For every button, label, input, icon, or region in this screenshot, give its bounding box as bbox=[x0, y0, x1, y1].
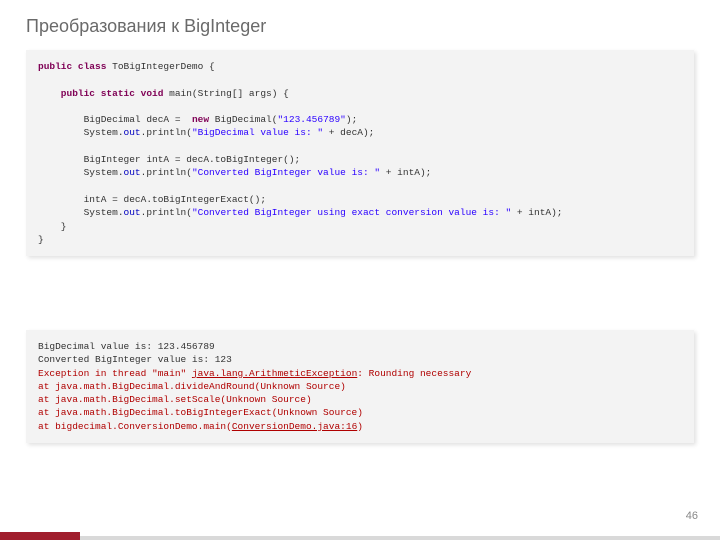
footer-line bbox=[80, 536, 720, 540]
code-text: System. bbox=[38, 127, 124, 138]
code-keyword: public static void bbox=[38, 88, 163, 99]
exception-line: Exception in thread "main" bbox=[38, 368, 192, 379]
output-block: BigDecimal value is: 123.456789 Converte… bbox=[26, 330, 694, 443]
code-text: System. bbox=[38, 167, 124, 178]
code-field: out bbox=[124, 207, 141, 218]
code-text: ToBigIntegerDemo { bbox=[106, 61, 214, 72]
code-text: intA = decA.toBigIntegerExact(); bbox=[38, 194, 266, 205]
source-file-link: ConversionDemo.java:16 bbox=[232, 421, 357, 432]
stack-trace-line: ) bbox=[357, 421, 363, 432]
code-text: System. bbox=[38, 207, 124, 218]
code-text: BigDecimal decA = bbox=[38, 114, 192, 125]
code-text: + intA); bbox=[380, 167, 431, 178]
code-string: "Converted BigInteger using exact conver… bbox=[192, 207, 511, 218]
stack-trace-line: at java.math.BigDecimal.toBigIntegerExac… bbox=[38, 407, 363, 418]
code-text: .println( bbox=[141, 167, 192, 178]
code-keyword: new bbox=[192, 114, 209, 125]
output-line: BigDecimal value is: 123.456789 bbox=[38, 341, 215, 352]
code-text: + intA); bbox=[511, 207, 562, 218]
exception-line: : Rounding necessary bbox=[357, 368, 471, 379]
code-text: main(String[] args) { bbox=[163, 88, 288, 99]
stack-trace-line: at java.math.BigDecimal.divideAndRound(U… bbox=[38, 381, 346, 392]
code-string: "BigDecimal value is: " bbox=[192, 127, 323, 138]
code-text: BigDecimal( bbox=[209, 114, 277, 125]
code-text: ); bbox=[346, 114, 357, 125]
code-text: } bbox=[38, 221, 67, 232]
code-field: out bbox=[124, 127, 141, 138]
code-field: out bbox=[124, 167, 141, 178]
code-keyword: public class bbox=[38, 61, 106, 72]
output-line: Converted BigInteger value is: 123 bbox=[38, 354, 232, 365]
code-text: BigInteger intA = decA.toBigInteger(); bbox=[38, 154, 300, 165]
code-string: "123.456789" bbox=[277, 114, 345, 125]
footer-accent bbox=[0, 532, 80, 540]
exception-class-link: java.lang.ArithmeticException bbox=[192, 368, 357, 379]
stack-trace-line: at bigdecimal.ConversionDemo.main( bbox=[38, 421, 232, 432]
source-code-block: public class ToBigIntegerDemo { public s… bbox=[26, 50, 694, 256]
code-text: .println( bbox=[141, 207, 192, 218]
code-text: .println( bbox=[141, 127, 192, 138]
stack-trace-line: at java.math.BigDecimal.setScale(Unknown… bbox=[38, 394, 312, 405]
code-string: "Converted BigInteger value is: " bbox=[192, 167, 380, 178]
code-text: } bbox=[38, 234, 44, 245]
slide-title: Преобразования к BigInteger bbox=[26, 16, 266, 37]
footer-bar bbox=[0, 532, 720, 540]
page-number: 46 bbox=[686, 510, 698, 522]
code-text: + decA); bbox=[323, 127, 374, 138]
